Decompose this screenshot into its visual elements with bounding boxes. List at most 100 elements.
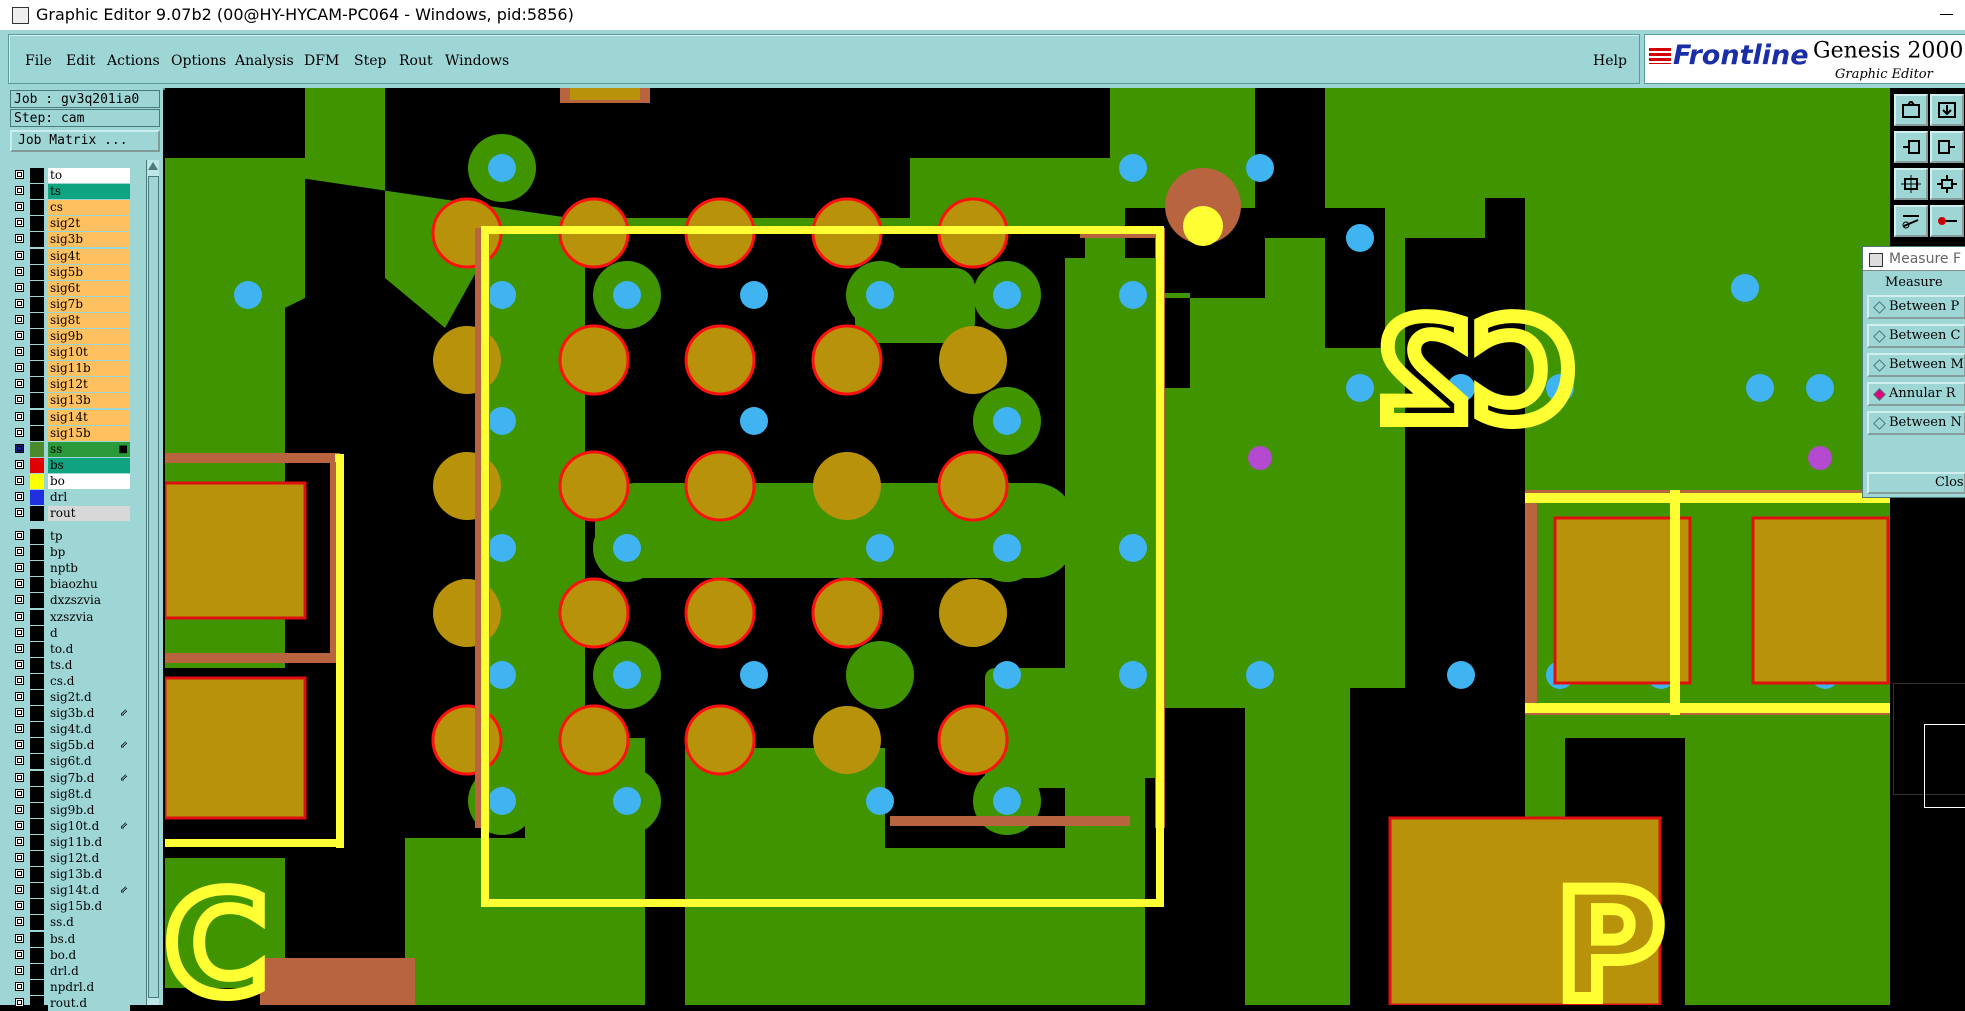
layer-checkbox[interactable]: [15, 788, 24, 798]
layer-checkbox[interactable]: [15, 531, 24, 540]
layer-checkbox[interactable]: [15, 186, 24, 196]
layer-checkbox[interactable]: [15, 595, 24, 605]
measure-option[interactable]: Between N: [1867, 411, 1965, 435]
layer-row[interactable]: sig10t: [12, 345, 130, 361]
layer-row[interactable]: sig13b: [12, 393, 130, 409]
layer-color-swatch[interactable]: [30, 995, 44, 1011]
layer-checkbox[interactable]: [15, 250, 24, 260]
layer-color-swatch[interactable]: [30, 361, 44, 377]
layer-name[interactable]: sig15b: [48, 425, 130, 441]
layer-color-swatch[interactable]: [30, 770, 44, 786]
layer-color-swatch[interactable]: [30, 851, 44, 866]
layer-row[interactable]: sig14t.d ⇙: [12, 883, 130, 899]
layer-color-swatch[interactable]: [30, 545, 44, 561]
layer-color-swatch[interactable]: [30, 529, 44, 544]
measure-option[interactable]: Between P: [1867, 295, 1965, 319]
layer-checkbox[interactable]: [15, 266, 24, 276]
radio-icon[interactable]: [1873, 388, 1886, 401]
layer-row[interactable]: dxzszvia: [12, 593, 130, 609]
radio-icon[interactable]: [1873, 359, 1886, 372]
layer-name[interactable]: bp: [48, 545, 130, 561]
radio-icon[interactable]: [1873, 301, 1886, 314]
layer-name[interactable]: sig8t.d: [48, 786, 130, 802]
layer-row[interactable]: biaozhu: [12, 577, 130, 593]
layer-color-swatch[interactable]: [30, 248, 44, 264]
layer-checkbox[interactable]: [15, 836, 24, 846]
menu-options[interactable]: Options: [171, 53, 226, 69]
layer-name[interactable]: bs.d: [48, 931, 130, 947]
layer-color-swatch[interactable]: [30, 506, 44, 522]
layer-row[interactable]: nptb: [12, 561, 130, 577]
layer-name[interactable]: sig5b: [48, 264, 130, 280]
layer-name[interactable]: sig9b.d: [48, 802, 130, 818]
tool-pan-right[interactable]: [1930, 131, 1964, 163]
layer-color-swatch[interactable]: [30, 280, 44, 296]
layer-name[interactable]: dxzszvia: [48, 593, 130, 609]
scroll-up-icon[interactable]: [148, 162, 158, 170]
tool-download[interactable]: [1930, 94, 1964, 126]
layer-checkbox[interactable]: [15, 202, 24, 212]
scroll-thumb[interactable]: [148, 176, 159, 998]
layer-name[interactable]: sig10t.d ⇙: [48, 818, 130, 834]
layer-checkbox[interactable]: [15, 804, 24, 814]
layer-checkbox[interactable]: [15, 443, 24, 453]
layer-checkbox[interactable]: [15, 933, 24, 943]
layer-checkbox[interactable]: [15, 643, 24, 653]
layer-checkbox[interactable]: [15, 772, 24, 782]
layer-row[interactable]: rout.d: [12, 995, 130, 1011]
layer-color-swatch[interactable]: [30, 329, 44, 344]
layer-color-swatch[interactable]: [30, 818, 44, 834]
measure-option[interactable]: Between M: [1867, 353, 1965, 377]
layer-color-swatch[interactable]: [30, 657, 44, 673]
layer-name[interactable]: cs: [48, 200, 130, 216]
layer-row[interactable]: sig11b: [12, 361, 130, 377]
layer-row[interactable]: ss ■: [12, 441, 130, 457]
layer-row[interactable]: sig6t.d: [12, 754, 130, 770]
layer-color-swatch[interactable]: [30, 490, 44, 505]
menu-step[interactable]: Step: [354, 53, 386, 69]
layer-name[interactable]: rout: [48, 506, 130, 522]
menu-file[interactable]: File: [25, 53, 52, 69]
layer-name[interactable]: to: [48, 168, 130, 183]
menu-analysis[interactable]: Analysis: [235, 53, 294, 69]
layer-color-swatch[interactable]: [30, 393, 44, 409]
layer-row[interactable]: sig7b: [12, 296, 130, 312]
layer-checkbox[interactable]: [15, 508, 24, 518]
layer-checkbox[interactable]: [15, 692, 24, 701]
tool-measure[interactable]: [1894, 205, 1928, 237]
layer-row[interactable]: d: [12, 625, 130, 641]
layer-name[interactable]: sig10t: [48, 345, 130, 361]
layer-color-swatch[interactable]: [30, 593, 44, 609]
layer-checkbox[interactable]: [15, 675, 24, 685]
layer-name[interactable]: d: [48, 625, 130, 641]
layer-row[interactable]: drl: [12, 490, 130, 505]
layer-name[interactable]: sig9b: [48, 329, 130, 344]
tool-zoom-home[interactable]: [1930, 168, 1964, 200]
pcb-view[interactable]: C2 P C: [165, 88, 1890, 1005]
layer-checkbox[interactable]: [15, 627, 24, 637]
layer-name[interactable]: drl: [48, 490, 130, 505]
layer-name[interactable]: bo: [48, 473, 130, 489]
layer-row[interactable]: to.d: [12, 641, 130, 657]
layer-color-swatch[interactable]: [30, 184, 44, 200]
layer-color-swatch[interactable]: [30, 409, 44, 425]
layer-checkbox[interactable]: [15, 740, 24, 750]
layer-name[interactable]: xzszvia: [48, 609, 130, 625]
layer-row[interactable]: ts: [12, 184, 130, 200]
layer-checkbox[interactable]: [15, 917, 24, 927]
layer-color-swatch[interactable]: [30, 296, 44, 312]
layer-name[interactable]: sig4t.d: [48, 722, 130, 738]
layer-color-swatch[interactable]: [30, 425, 44, 441]
layer-color-swatch[interactable]: [30, 168, 44, 183]
layer-row[interactable]: bo.d: [12, 947, 130, 963]
layer-name[interactable]: sig2t: [48, 216, 130, 232]
layer-checkbox[interactable]: [15, 708, 24, 718]
layer-color-swatch[interactable]: [30, 722, 44, 738]
layer-name[interactable]: sig3b.d ⇙: [48, 706, 130, 722]
layer-row[interactable]: sig13b.d: [12, 867, 130, 883]
layer-checkbox[interactable]: [15, 579, 24, 589]
tool-snapshot[interactable]: [1894, 94, 1928, 126]
layer-row[interactable]: sig11b.d: [12, 834, 130, 850]
layer-scrollbar[interactable]: [146, 160, 159, 1005]
layer-checkbox[interactable]: [15, 853, 24, 862]
